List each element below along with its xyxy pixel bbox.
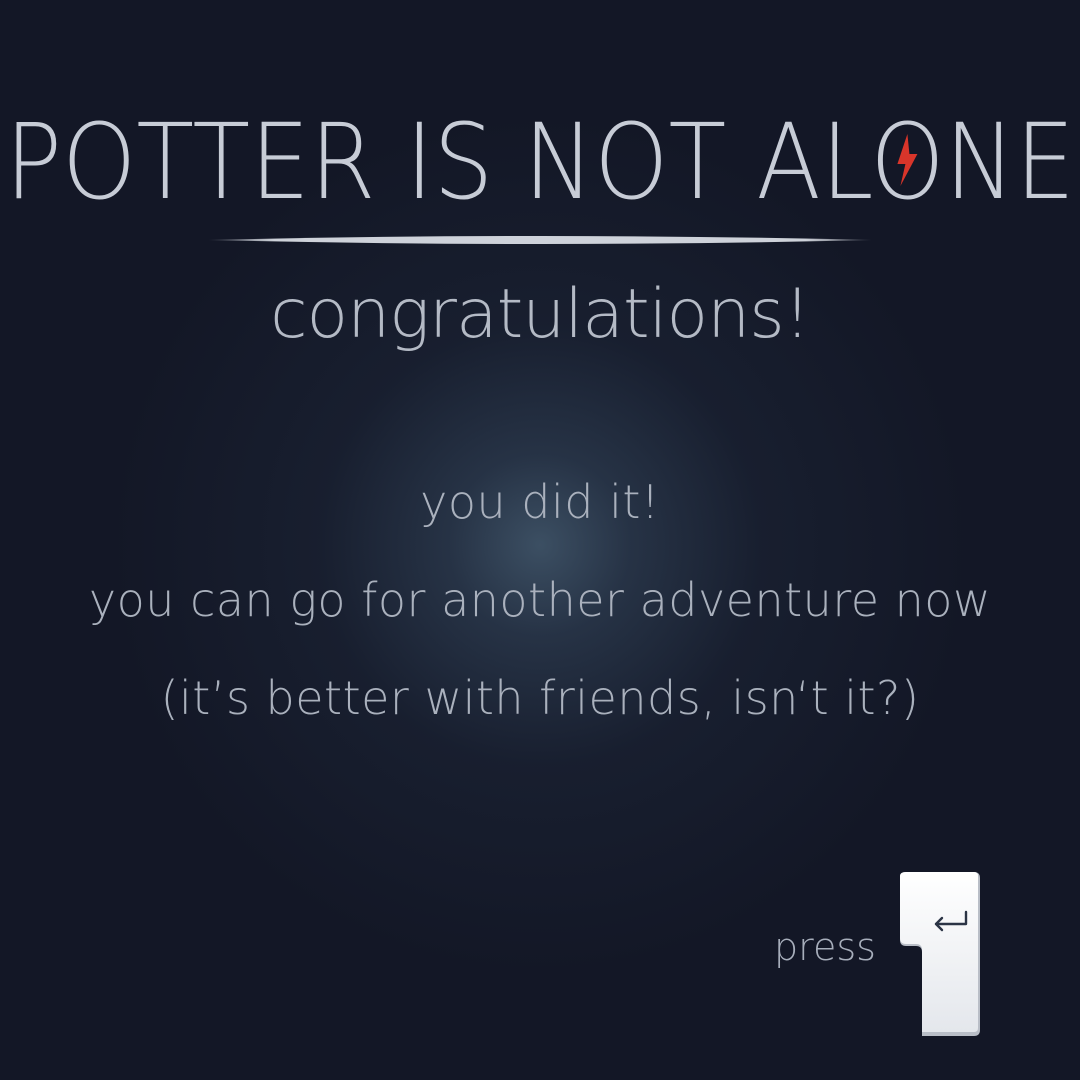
game-title-svg: POTTER IS NOT ALONE [5, 108, 1075, 218]
message-line-2: you can go for another adventure now [88, 573, 992, 627]
title-divider [208, 236, 872, 244]
congratulations-heading: congratulations! [270, 275, 811, 354]
enter-key-icon[interactable] [898, 870, 982, 1038]
press-label: press [774, 925, 876, 969]
message-line-3: (it’s better with friends, isn‘t it?) [160, 671, 920, 725]
svg-text:POTTER IS NOT ALONE: POTTER IS NOT ALONE [5, 108, 1075, 218]
game-end-screen: POTTER IS NOT ALONE congratulations! you… [0, 0, 1080, 1080]
game-title: POTTER IS NOT ALONE [0, 108, 1080, 218]
game-title-part-1: POTTER IS NOT AL [5, 108, 871, 218]
message-line-1: you did it! [420, 475, 660, 529]
game-title-part-2: NE [945, 108, 1075, 218]
